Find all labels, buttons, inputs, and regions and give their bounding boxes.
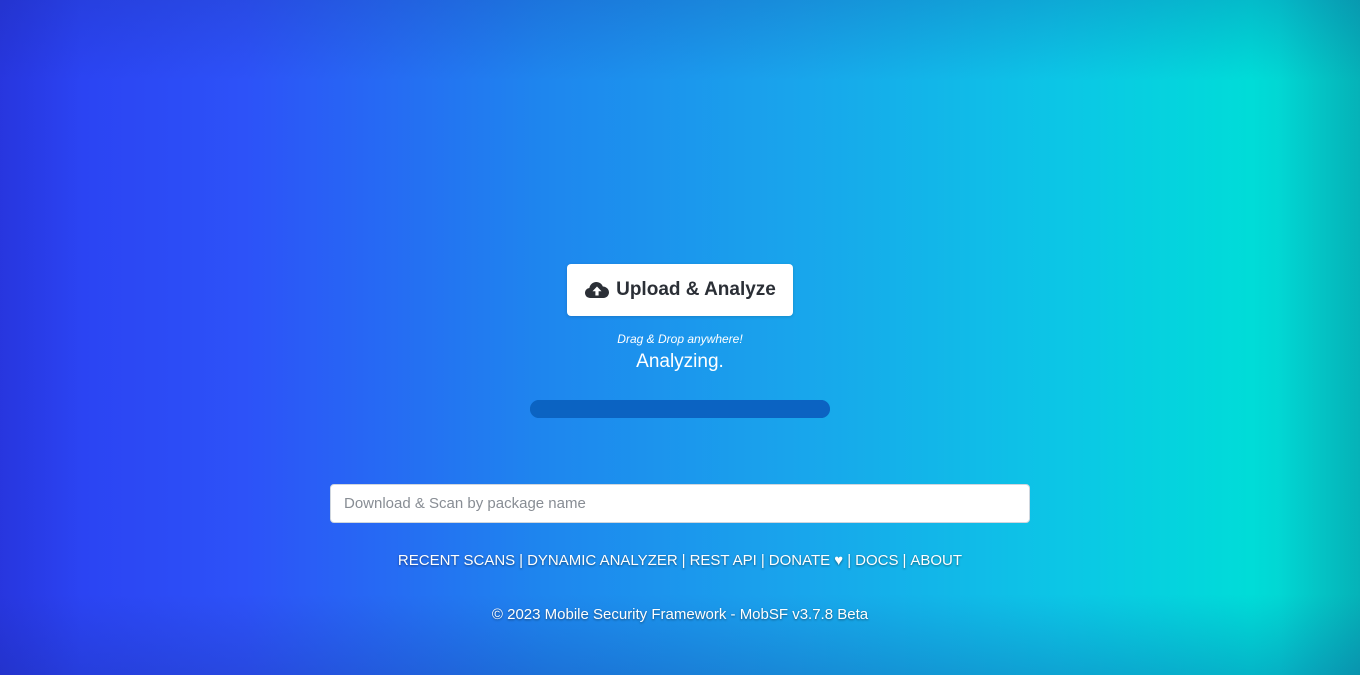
about-link[interactable]: ABOUT (910, 552, 962, 569)
upload-analyze-button[interactable]: Upload & Analyze (567, 264, 793, 316)
footer-nav: RECENT SCANS | DYNAMIC ANALYZER | REST API | D… (0, 552, 1360, 569)
recent-scans-link[interactable]: RECENT SCANS (398, 552, 515, 569)
package-name-search-input[interactable] (330, 484, 1030, 523)
upload-analyze-label: Upload & Analyze (616, 279, 776, 300)
copyright-text: © 2023 Mobile Security Framework - MobSF… (491, 606, 869, 623)
separator: | (902, 552, 907, 569)
separator: | (681, 552, 686, 569)
rest-api-link[interactable]: REST API (690, 552, 757, 569)
dynamic-analyzer-link[interactable]: DYNAMIC ANALYZER (527, 552, 678, 569)
progress-fill (530, 400, 830, 418)
separator: | (847, 552, 852, 569)
drag-drop-hint: Drag & Drop anywhere! (617, 332, 743, 346)
cloud-upload-icon (584, 279, 610, 301)
analysis-progress-bar (530, 400, 830, 418)
donate-link[interactable]: DONATE ♥ (769, 552, 843, 569)
separator: | (760, 552, 765, 569)
docs-link[interactable]: DOCS (855, 552, 898, 569)
separator: | (519, 552, 524, 569)
analysis-status: Analyzing. (636, 351, 724, 372)
